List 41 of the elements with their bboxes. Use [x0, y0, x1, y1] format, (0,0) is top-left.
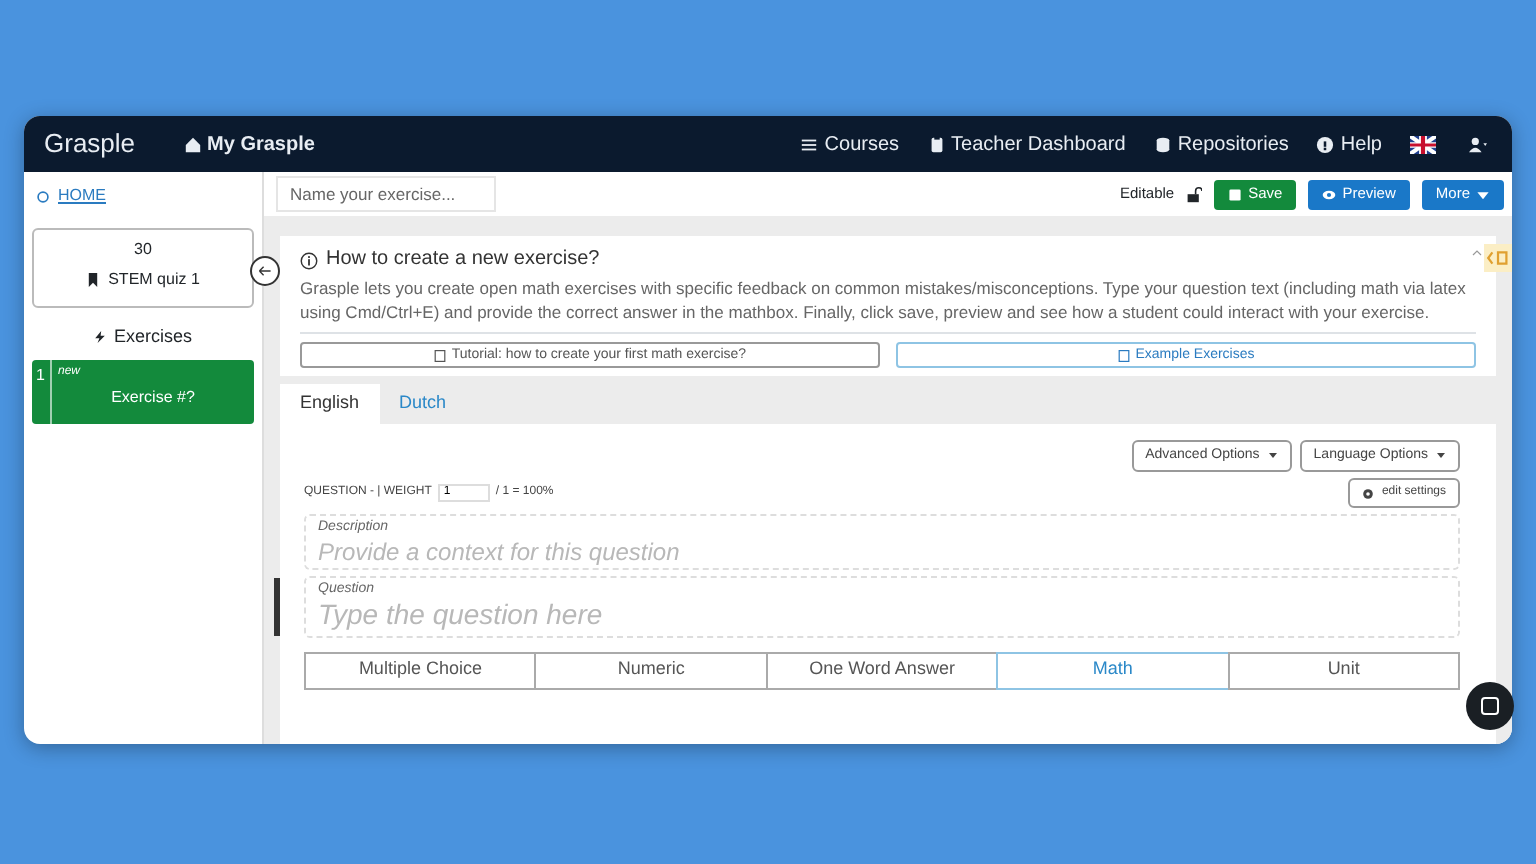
user-menu-icon: [1464, 135, 1492, 153]
flag-icon: [1410, 135, 1436, 153]
caret-icon: [1267, 450, 1278, 461]
info-text: Grasple lets you create open math exercises with specific feedback on common mistakes/misconceptions. Type your question text (including math via latex using Cmd/Ctrl+E) and provide the correct answer in the mathbox. Finally, click save, preview and see how a student could interact with your exercise.: [300, 275, 1468, 325]
brand-logo[interactable]: Grasple: [44, 124, 136, 164]
nav-link[interactable]: Teacher Dashboard: [927, 129, 1126, 159]
answer-type-tab[interactable]: Unit: [1227, 651, 1461, 690]
nav-link[interactable]: Help: [1316, 129, 1382, 159]
exercise-name-field[interactable]: Name your exercise...: [276, 176, 496, 212]
arrow-left-icon: [258, 264, 272, 278]
bolt-icon: [93, 328, 106, 347]
chevron-up-icon: [1470, 248, 1484, 258]
answer-type-tab[interactable]: One Word Answer: [765, 651, 999, 690]
nav-link[interactable]: Repositories: [1153, 129, 1289, 159]
unlock-icon: [1186, 185, 1203, 203]
caret-icon: [1436, 450, 1446, 461]
side-tab-icon: [1484, 244, 1512, 272]
clipboard-icon: [927, 135, 946, 153]
exercise-number: 1: [32, 359, 52, 423]
eye-icon: [1322, 187, 1337, 201]
caret-icon: [1476, 187, 1490, 201]
answer-type-tab[interactable]: Math: [996, 651, 1230, 690]
language-tab[interactable]: English: [280, 384, 380, 424]
focus-bar: [274, 577, 280, 636]
description-field[interactable]: Provide a context for this question: [318, 539, 1108, 566]
info-title: How to create a new exercise?: [326, 246, 600, 274]
exercises-heading: Exercises: [113, 324, 192, 350]
collapse-button[interactable]: [250, 256, 280, 286]
bookmark-icon: [86, 272, 101, 288]
nav-link[interactable]: My Grasple: [183, 129, 315, 159]
database-icon: [1153, 135, 1172, 153]
help-icon: [1316, 135, 1335, 153]
nav-link[interactable]: Courses: [800, 129, 900, 159]
info-icon: [300, 251, 318, 270]
collection-card[interactable]: 30 STEM quiz 1: [32, 228, 254, 308]
menu-icon: [800, 135, 819, 153]
home-link[interactable]: HOME: [32, 180, 254, 220]
question-field[interactable]: Type the question here: [318, 600, 1108, 632]
home-icon: [183, 135, 202, 153]
answer-type-tab[interactable]: Multiple Choice: [304, 651, 537, 690]
answer-type-tab[interactable]: Numeric: [534, 651, 768, 690]
